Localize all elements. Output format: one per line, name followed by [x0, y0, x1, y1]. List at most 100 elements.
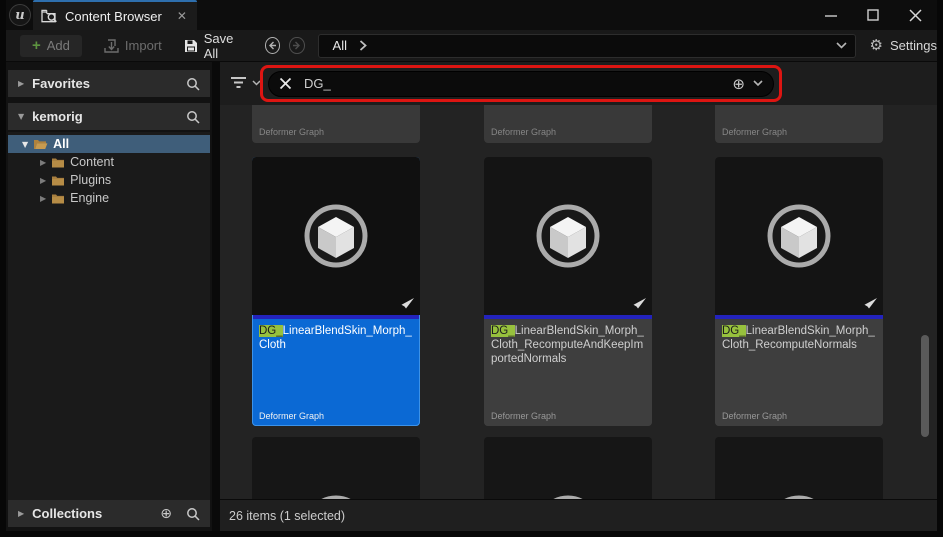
- asset-tile-dg-linearblendskin-morph-cloth-recomputenormals[interactable]: DG_LinearBlendSkin_Morph_Cloth_Recompute…: [715, 157, 883, 426]
- folder-tree: ▼ All ▶ Content ▶: [8, 132, 210, 500]
- sources-expand-chevron-icon[interactable]: ▼: [18, 112, 24, 121]
- sources-header[interactable]: ▼ kemorig: [8, 103, 210, 130]
- annotation-highlight-box: DG_ ⊕: [260, 65, 782, 102]
- vertical-scrollbar-thumb[interactable]: [921, 335, 929, 437]
- tree-item-label: Content: [70, 155, 114, 169]
- asset-thumbnail: [715, 157, 883, 315]
- asset-view-panel: DG_ ⊕ Deformer Graph Deformer Graph: [220, 62, 937, 531]
- minimize-icon[interactable]: [819, 5, 843, 25]
- filter-search-bar: DG_ ⊕: [220, 62, 937, 105]
- asset-type-label: Deformer Graph: [722, 411, 876, 421]
- content-browser-window: u Content Browser ✕ + Add: [0, 0, 943, 537]
- asset-tile-partial[interactable]: [715, 437, 883, 499]
- collections-expand-chevron-icon[interactable]: ▶: [18, 509, 24, 518]
- gear-icon: ⚙: [870, 38, 883, 53]
- plugins-expand-chevron-icon[interactable]: ▶: [40, 176, 46, 185]
- filters-button[interactable]: [230, 75, 261, 90]
- folder-icon: [51, 175, 65, 186]
- tab-close-icon[interactable]: ✕: [177, 9, 187, 23]
- deformer-graph-cube-icon: [533, 201, 603, 271]
- asset-tile-partial[interactable]: Deformer Graph: [484, 105, 652, 143]
- external-asset-arrow-icon: [859, 297, 878, 311]
- save-all-button[interactable]: Save All: [184, 31, 243, 61]
- item-count-text: 26 items (1 selected): [229, 509, 345, 523]
- forward-button[interactable]: [289, 37, 304, 54]
- tree-item-plugins[interactable]: ▶ Plugins: [8, 171, 210, 189]
- asset-nameplate: DG_LinearBlendSkin_Morph_Cloth_Recompute…: [484, 319, 652, 426]
- asset-type-label: Deformer Graph: [259, 411, 413, 421]
- collections-header[interactable]: ▶ Collections ⊕: [8, 500, 210, 527]
- search-query-text[interactable]: DG_: [304, 76, 732, 91]
- favorites-header[interactable]: ▶ Favorites: [8, 70, 210, 97]
- status-bar: 26 items (1 selected): [220, 499, 937, 531]
- path-dropdown-chevron-icon[interactable]: [836, 42, 847, 49]
- source-label: kemorig: [32, 109, 178, 124]
- asset-tile-partial[interactable]: Deformer Graph: [715, 105, 883, 143]
- add-button-label: Add: [47, 38, 70, 53]
- asset-tile-dg-linearblendskin-morph-cloth-recomputeandkeepimportednormals[interactable]: DG_LinearBlendSkin_Morph_Cloth_Recompute…: [484, 157, 652, 426]
- sources-search-icon[interactable]: [186, 110, 200, 124]
- asset-nameplate: DG_LinearBlendSkin_Morph_Cloth Deformer …: [252, 319, 420, 426]
- breadcrumb-chevron-right-icon[interactable]: [359, 40, 367, 51]
- content-expand-chevron-icon[interactable]: ▶: [40, 158, 46, 167]
- sidebar: ▶ Favorites ▼ kemorig ▼ A: [6, 62, 212, 531]
- add-collection-icon[interactable]: ⊕: [160, 506, 172, 522]
- deformer-graph-cube-icon: [533, 492, 603, 499]
- import-icon: [104, 39, 119, 53]
- settings-button[interactable]: ⚙ Settings: [870, 38, 937, 53]
- asset-nameplate: DG_LinearBlendSkin_Morph_Cloth_Recompute…: [715, 319, 883, 426]
- save-all-button-label: Save All: [204, 31, 243, 61]
- path-breadcrumb[interactable]: All: [318, 34, 856, 58]
- maximize-icon[interactable]: [861, 5, 885, 25]
- folder-icon: [51, 157, 65, 168]
- asset-tile-partial[interactable]: [252, 437, 420, 499]
- asset-search-input[interactable]: DG_ ⊕: [268, 71, 774, 97]
- asset-thumbnail: [484, 157, 652, 315]
- external-asset-arrow-icon: [628, 297, 647, 311]
- tab-title: Content Browser: [65, 9, 162, 24]
- asset-name: DG_LinearBlendSkin_Morph_Cloth: [259, 324, 413, 352]
- deformer-graph-cube-icon: [301, 492, 371, 499]
- collections-label: Collections: [32, 506, 152, 521]
- save-search-icon[interactable]: ⊕: [732, 75, 745, 93]
- external-asset-arrow-icon: [396, 297, 415, 311]
- tree-item-content[interactable]: ▶ Content: [8, 153, 210, 171]
- asset-tile-partial[interactable]: [484, 437, 652, 499]
- settings-label: Settings: [890, 38, 937, 53]
- favorites-label: Favorites: [32, 76, 178, 91]
- collections-search-icon[interactable]: [186, 507, 200, 521]
- clear-search-icon[interactable]: [279, 77, 292, 90]
- tab-content-browser[interactable]: Content Browser ✕: [33, 0, 197, 30]
- folder-icon: [51, 193, 65, 204]
- sidebar-splitter[interactable]: [212, 62, 220, 531]
- asset-name: DG_LinearBlendSkin_Morph_Cloth_Recompute…: [491, 324, 645, 366]
- import-button-label: Import: [125, 38, 162, 53]
- asset-tile-partial[interactable]: Deformer Graph: [252, 105, 420, 143]
- engine-expand-chevron-icon[interactable]: ▶: [40, 194, 46, 203]
- favorites-expand-chevron-icon[interactable]: ▶: [18, 79, 24, 88]
- asset-type-label: Deformer Graph: [722, 127, 787, 137]
- search-match-highlight: DG_: [259, 325, 283, 337]
- save-icon: [184, 39, 198, 53]
- asset-name: DG_LinearBlendSkin_Morph_Cloth_Recompute…: [722, 324, 876, 352]
- asset-type-label: Deformer Graph: [491, 411, 645, 421]
- tree-item-all[interactable]: ▼ All: [8, 135, 210, 153]
- back-button[interactable]: [265, 37, 280, 54]
- tree-item-engine[interactable]: ▶ Engine: [8, 189, 210, 207]
- asset-name-rest: LinearBlendSkin_Morph_Cloth_RecomputeAnd…: [491, 325, 644, 365]
- filter-funnel-icon: [230, 75, 247, 90]
- search-match-highlight: DG_: [491, 325, 515, 337]
- all-expand-chevron-icon[interactable]: ▼: [22, 140, 28, 149]
- deformer-graph-cube-icon: [301, 201, 371, 271]
- window-controls: [819, 5, 937, 25]
- asset-tile-dg-linearblendskin-morph-cloth[interactable]: DG_LinearBlendSkin_Morph_Cloth Deformer …: [252, 157, 420, 426]
- plus-icon: +: [32, 38, 41, 53]
- search-history-chevron-icon[interactable]: [753, 80, 763, 87]
- close-icon[interactable]: [903, 5, 927, 25]
- add-button[interactable]: + Add: [20, 35, 82, 57]
- toolbar: + Add Import Save All All: [6, 30, 937, 62]
- favorites-search-icon[interactable]: [186, 77, 200, 91]
- import-button[interactable]: Import: [104, 38, 162, 53]
- breadcrumb-root[interactable]: All: [333, 38, 347, 53]
- content-browser-tab-icon: [41, 9, 58, 23]
